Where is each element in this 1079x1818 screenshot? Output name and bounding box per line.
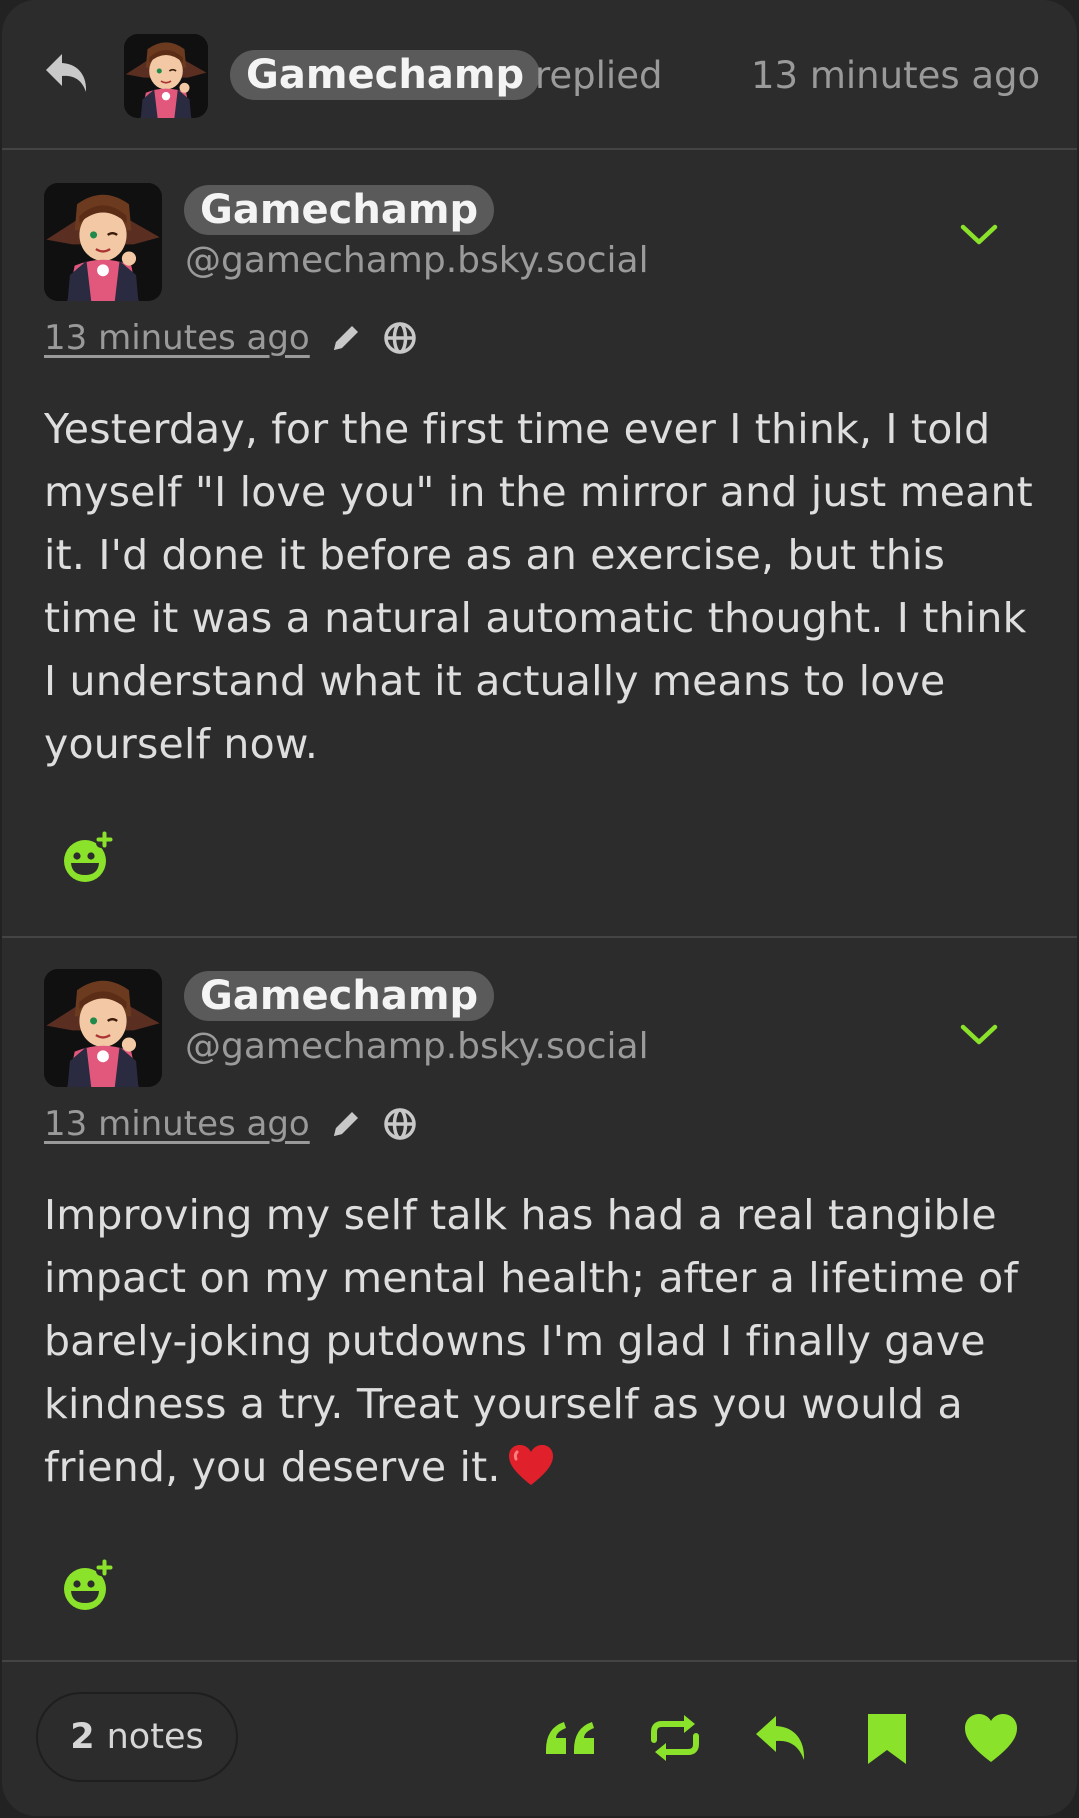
add-reaction-icon[interactable]	[60, 1558, 116, 1614]
notes-button[interactable]: 2 notes	[36, 1692, 238, 1782]
post-footer: 2 notes	[2, 1662, 1077, 1816]
post-card: Gamechamp replied 13 minutes ago Gamecha…	[2, 0, 1077, 1816]
pencil-icon	[328, 320, 364, 356]
add-reaction-icon[interactable]	[60, 830, 116, 886]
author-handle[interactable]: @gamechamp.bsky.social	[185, 1026, 649, 1067]
like-heart-icon[interactable]	[962, 1710, 1020, 1766]
post-meta: 13 minutes ago	[44, 1104, 418, 1144]
notes-label: notes	[106, 1717, 204, 1757]
globe-icon	[382, 320, 418, 356]
avatar[interactable]	[44, 969, 162, 1087]
avatar[interactable]	[124, 34, 208, 118]
post-item: Gamechamp @gamechamp.bsky.social 13 minu…	[2, 936, 1077, 1662]
post-body: Improving my self talk has had a real ta…	[44, 1184, 1044, 1499]
author-handle[interactable]: @gamechamp.bsky.social	[185, 240, 649, 281]
post-timestamp[interactable]: 13 minutes ago	[44, 318, 310, 358]
header-timestamp[interactable]: 13 minutes ago	[751, 54, 1040, 97]
post-item: Gamechamp @gamechamp.bsky.social 13 minu…	[2, 150, 1077, 938]
bookmark-icon[interactable]	[858, 1710, 916, 1766]
avatar[interactable]	[44, 183, 162, 301]
post-meta: 13 minutes ago	[44, 318, 418, 358]
globe-icon	[382, 1106, 418, 1142]
post-timestamp[interactable]: 13 minutes ago	[44, 1104, 310, 1144]
action-label: replied	[535, 54, 663, 97]
red-heart-emoji-icon	[507, 1443, 555, 1487]
chevron-down-icon[interactable]	[959, 1022, 999, 1048]
reblog-icon[interactable]	[646, 1710, 704, 1766]
quote-icon[interactable]	[542, 1710, 600, 1766]
post-body: Yesterday, for the first time ever I thi…	[44, 405, 1033, 768]
pencil-icon	[328, 1106, 364, 1142]
author-name[interactable]: Gamechamp	[184, 185, 495, 235]
reply-icon[interactable]	[752, 1710, 810, 1766]
chevron-down-icon[interactable]	[959, 222, 999, 248]
author-name[interactable]: Gamechamp	[184, 971, 495, 1021]
notes-count: 2	[70, 1717, 95, 1757]
reply-header: Gamechamp replied 13 minutes ago	[2, 0, 1077, 150]
author-name[interactable]: Gamechamp	[230, 50, 541, 100]
reply-arrow-icon	[46, 54, 87, 92]
